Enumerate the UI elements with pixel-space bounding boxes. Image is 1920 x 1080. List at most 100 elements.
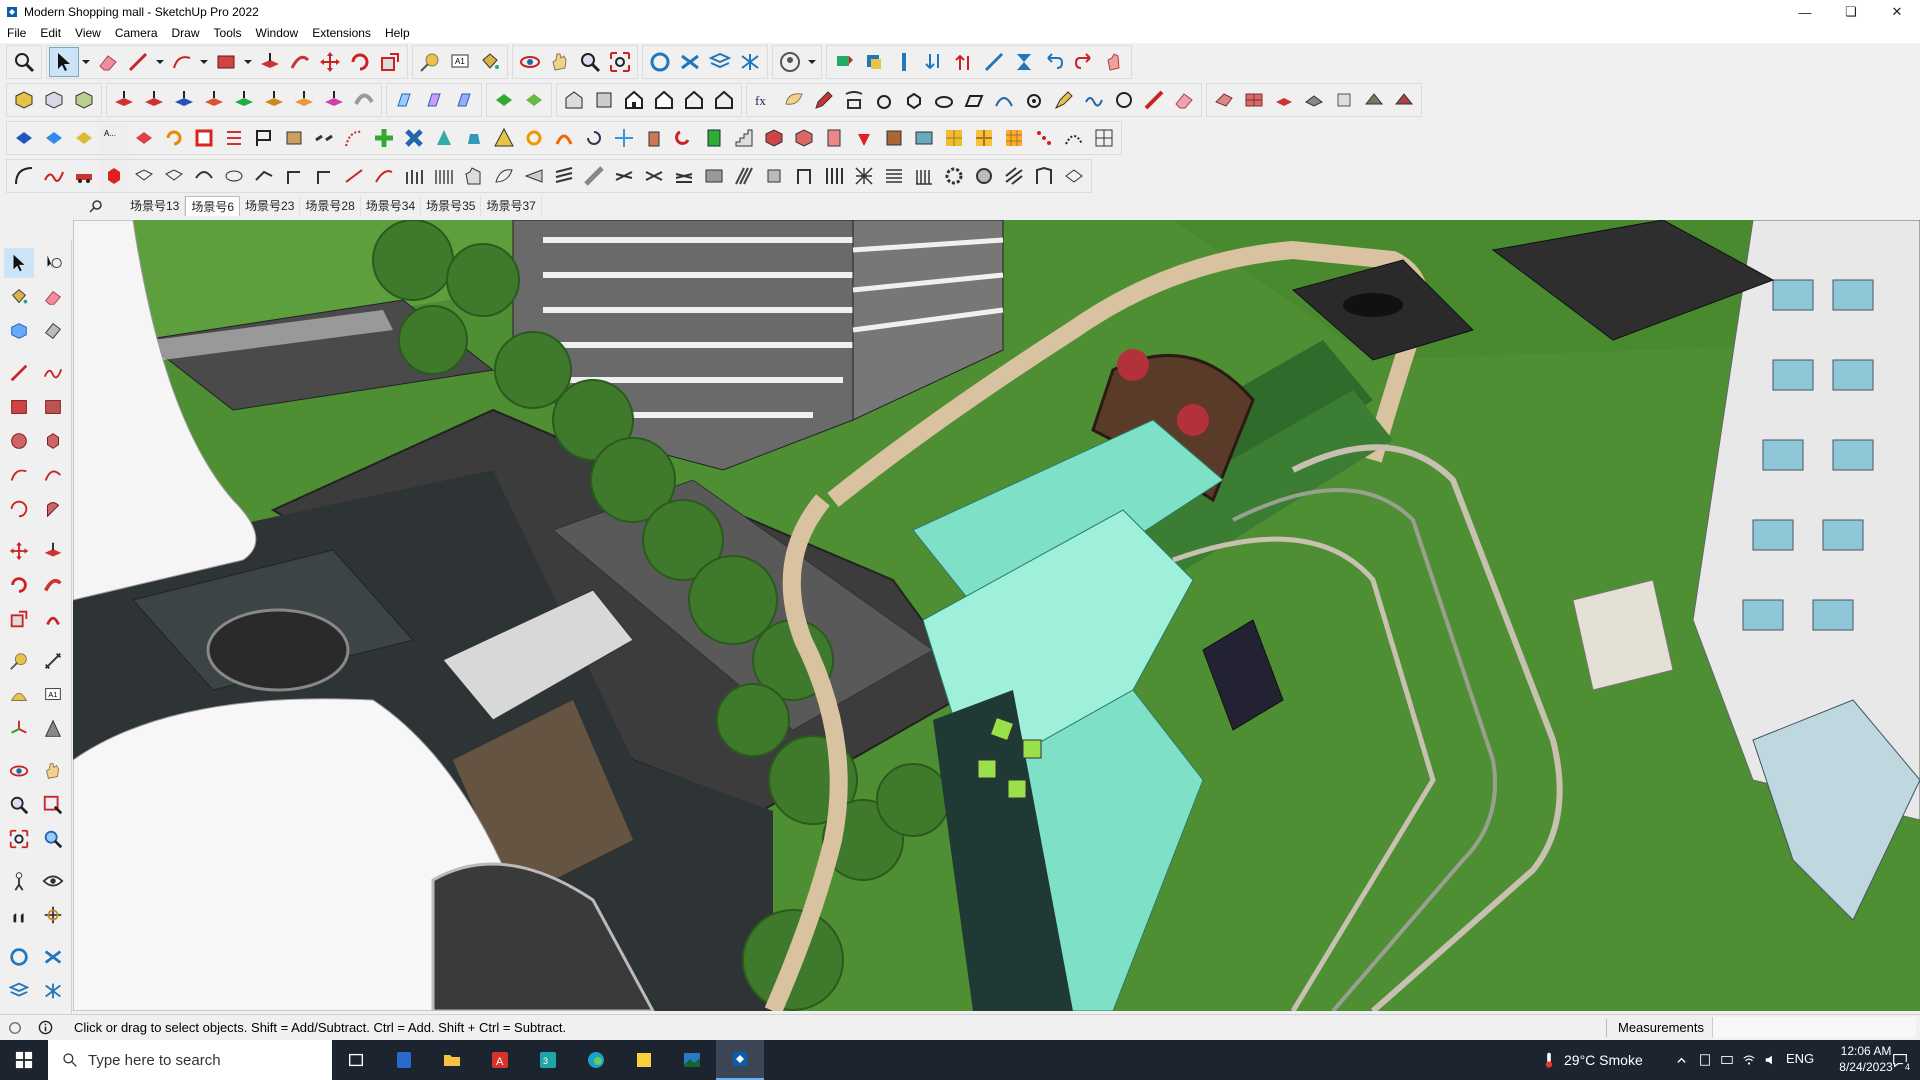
make-component-icon[interactable] <box>4 316 34 346</box>
tray-volume-icon[interactable] <box>1762 1050 1780 1070</box>
hatch-7-icon[interactable] <box>909 161 939 191</box>
arc-tool-icon[interactable] <box>167 47 197 77</box>
measurements-input[interactable] <box>1712 1017 1916 1038</box>
file-explorer-icon[interactable] <box>428 1040 476 1080</box>
view-left-icon[interactable] <box>709 85 739 115</box>
plugin-red-shape-icon[interactable] <box>1389 85 1419 115</box>
solid-trim-icon[interactable] <box>229 85 259 115</box>
3dsmax-icon[interactable]: 3 <box>524 1040 572 1080</box>
calculator-app-icon[interactable] <box>380 1040 428 1080</box>
sandbox-icon[interactable] <box>735 47 765 77</box>
paint-bucket-icon[interactable] <box>4 282 34 312</box>
section-plane-icon[interactable] <box>389 85 419 115</box>
tray-chevron-up-icon[interactable] <box>1672 1050 1690 1070</box>
warehouse-icon[interactable] <box>4 942 34 972</box>
loop-arrow-icon[interactable] <box>579 123 609 153</box>
taskbar-search-box[interactable]: Type here to search <box>48 1040 332 1080</box>
line-icon[interactable] <box>4 358 34 388</box>
bezier-icon[interactable] <box>9 161 39 191</box>
plugin-grid-icon[interactable] <box>1239 85 1269 115</box>
redo-icon[interactable] <box>1069 47 1099 77</box>
plugin-arrows-down-icon[interactable] <box>919 47 949 77</box>
plugin-eraser-icon[interactable] <box>1169 85 1199 115</box>
look-around-icon[interactable] <box>38 866 68 896</box>
blue-cross-icon[interactable] <box>399 123 429 153</box>
three-point-arc-icon[interactable] <box>4 494 34 524</box>
hatch-8-icon[interactable] <box>999 161 1029 191</box>
stripes-4-icon[interactable] <box>639 161 669 191</box>
view-back-icon[interactable] <box>679 85 709 115</box>
extension-warehouse-icon[interactable] <box>675 47 705 77</box>
pink-cube-icon[interactable] <box>789 123 819 153</box>
sandbox-scratch-icon[interactable] <box>489 85 519 115</box>
offset-icon[interactable] <box>38 604 68 634</box>
solid-flip-icon[interactable] <box>319 85 349 115</box>
axes-icon[interactable] <box>609 123 639 153</box>
leaf-1-icon[interactable] <box>489 161 519 191</box>
select-arrow-icon[interactable] <box>4 248 34 278</box>
minimize-button[interactable]: — <box>1782 0 1828 24</box>
outline-4-icon[interactable] <box>219 161 249 191</box>
orange-grid-icon[interactable] <box>939 123 969 153</box>
red-cube-icon[interactable] <box>759 123 789 153</box>
plugin-arc-icon[interactable] <box>989 85 1019 115</box>
plugin-patch-icon[interactable] <box>1359 85 1389 115</box>
cylinder-icon[interactable] <box>639 123 669 153</box>
flag-outline-icon[interactable] <box>249 123 279 153</box>
green-building-icon[interactable] <box>699 123 729 153</box>
view-iso-icon[interactable] <box>559 85 589 115</box>
plugin-slash-icon[interactable] <box>1139 85 1169 115</box>
style-textured-icon[interactable] <box>69 85 99 115</box>
scene-tab-active[interactable]: 场景号6 <box>185 196 241 216</box>
position-camera-icon[interactable] <box>4 866 34 896</box>
outline-house-icon[interactable] <box>1059 161 1089 191</box>
chevron-down-icon[interactable] <box>805 47 819 77</box>
teal-bell-icon[interactable] <box>459 123 489 153</box>
pan-hand-icon[interactable] <box>545 47 575 77</box>
pink-door-icon[interactable] <box>819 123 849 153</box>
scene-tab[interactable]: 场景号13 <box>125 196 186 216</box>
plugin-cube-icon[interactable] <box>859 47 889 77</box>
red-curve-tool-icon[interactable] <box>369 161 399 191</box>
line-tool-icon[interactable] <box>123 47 153 77</box>
plugin-hand-icon[interactable] <box>1099 47 1129 77</box>
outline-1-icon[interactable] <box>129 161 159 191</box>
tray-wifi-icon[interactable] <box>1740 1050 1758 1070</box>
zoom-tool-icon[interactable] <box>9 47 39 77</box>
grid-nodes-icon[interactable] <box>1089 123 1119 153</box>
plugin-pencil-icon[interactable] <box>809 85 839 115</box>
warehouse-icon[interactable] <box>645 47 675 77</box>
gear-1-icon[interactable] <box>939 161 969 191</box>
panel-icon[interactable] <box>909 123 939 153</box>
solid-union-icon[interactable] <box>169 85 199 115</box>
axes-tool-icon[interactable] <box>4 714 34 744</box>
plugin-rect-icon[interactable] <box>839 85 869 115</box>
paint-bucket-icon[interactable] <box>475 47 505 77</box>
task-view-icon[interactable] <box>332 1040 380 1080</box>
brown-icon[interactable] <box>879 123 909 153</box>
style-xray-icon[interactable] <box>9 85 39 115</box>
account-icon[interactable] <box>775 47 805 77</box>
pie-icon[interactable] <box>38 494 68 524</box>
sandbox-contours-icon[interactable] <box>519 85 549 115</box>
layers-icon[interactable] <box>705 47 735 77</box>
hatch-5-icon[interactable] <box>849 161 879 191</box>
menu-help[interactable]: Help <box>378 26 417 40</box>
freehand-icon[interactable] <box>38 358 68 388</box>
menu-extensions[interactable]: Extensions <box>305 26 378 40</box>
text-tool-icon[interactable]: A1 <box>445 47 475 77</box>
start-button[interactable] <box>0 1040 48 1080</box>
scene-tab[interactable]: 场景号28 <box>300 196 361 216</box>
acrobat-icon[interactable]: A <box>476 1040 524 1080</box>
walk-icon[interactable] <box>4 900 34 930</box>
restore-button[interactable]: ❏ <box>1828 0 1874 24</box>
scale-tool-icon[interactable] <box>375 47 405 77</box>
undo-icon[interactable] <box>1039 47 1069 77</box>
plugin-swirl-icon[interactable] <box>1109 85 1139 115</box>
push-pull-icon[interactable] <box>38 536 68 566</box>
follow-me-icon[interactable] <box>38 570 68 600</box>
menu-window[interactable]: Window <box>249 26 306 40</box>
orange-grid2-icon[interactable] <box>969 123 999 153</box>
two-point-arc-icon[interactable] <box>38 460 68 490</box>
plugin-line-icon[interactable] <box>979 47 1009 77</box>
